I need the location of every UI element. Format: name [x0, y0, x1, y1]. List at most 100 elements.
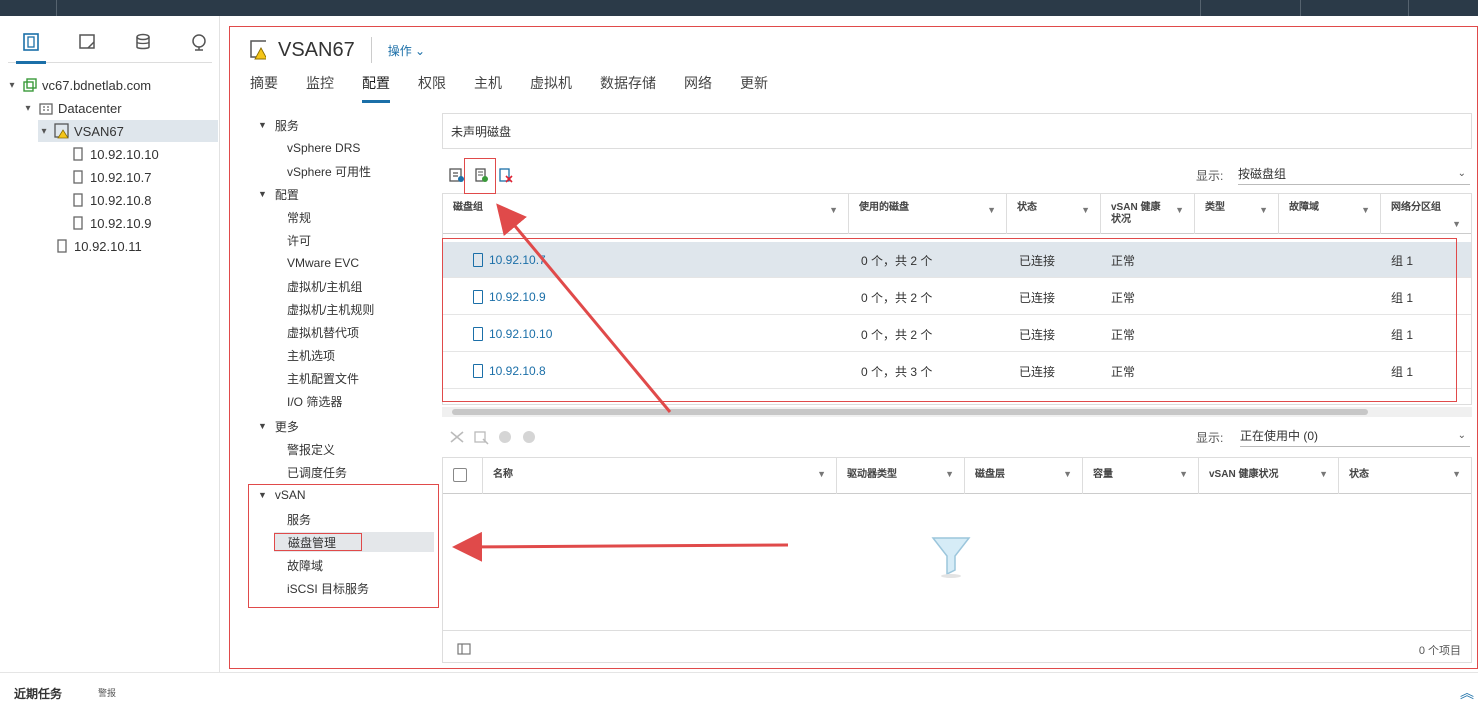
host-icon — [70, 146, 86, 162]
subnav-item-alarm-definitions[interactable]: 警报定义 — [287, 439, 335, 459]
actions-menu[interactable]: 操作 ⌄ — [388, 42, 425, 59]
filter-icon[interactable]: ▼ — [1452, 218, 1461, 230]
tree-item-host[interactable]: 10.92.10.10 — [70, 143, 218, 165]
column-type[interactable]: 类型 ▼ — [1195, 194, 1279, 234]
column-state[interactable]: 状态 ▼ — [1007, 194, 1101, 234]
tab-hosts[interactable]: 主机 — [474, 73, 502, 103]
filter-icon[interactable]: ▼ — [1452, 468, 1461, 480]
evacuate-disk-icon[interactable] — [470, 426, 492, 448]
tree-item-vcenter[interactable]: ▾ vc67.bdnetlab.com — [6, 74, 216, 96]
subnav-group-configuration[interactable]: ▼ 配置 — [258, 184, 299, 204]
column-fault-domain[interactable]: 故障域 ▼ — [1279, 194, 1381, 234]
chevron-down-icon[interactable]: ▾ — [38, 126, 50, 137]
expand-up-icon[interactable]: ︽ — [1460, 683, 1474, 703]
show-disks-select[interactable]: 正在使用中 (0) ⌄ — [1240, 425, 1470, 447]
subnav-item-vm-overrides[interactable]: 虚拟机替代项 — [287, 322, 359, 342]
column-label: 磁盘层 — [975, 469, 1005, 480]
column-status[interactable]: 状态 ▼ — [1339, 458, 1471, 494]
column-capacity[interactable]: 容量 ▼ — [1083, 458, 1199, 494]
column-label: 状态 — [1349, 469, 1369, 480]
subnav-group-more[interactable]: ▼ 更多 — [258, 416, 299, 436]
host-icon — [70, 192, 86, 208]
column-vsan-health[interactable]: vSAN 健康状况 ▼ — [1199, 458, 1339, 494]
chevron-down-icon[interactable]: ▾ — [6, 80, 18, 91]
column-label: vSAN 健康状况 — [1209, 469, 1279, 480]
subnav-item-host-options[interactable]: 主机选项 — [287, 345, 335, 365]
column-disks-in-use[interactable]: 使用的磁盘 ▼ — [849, 194, 1007, 234]
tree-item-host[interactable]: 10.92.10.11 — [54, 235, 218, 257]
subnav-item-vm-host-rules[interactable]: 虚拟机/主机规则 — [287, 299, 374, 319]
column-network-partition[interactable]: 网络分区组 ▼ — [1381, 194, 1471, 234]
subnav-item-vm-host-groups[interactable]: 虚拟机/主机组 — [287, 276, 362, 296]
tree-item-datacenter[interactable]: ▾ Datacenter — [22, 97, 218, 119]
remove-disk-group-icon[interactable] — [494, 164, 516, 186]
subnav-item-general[interactable]: 常规 — [287, 207, 311, 227]
filter-icon[interactable]: ▼ — [829, 204, 838, 216]
tab-updates[interactable]: 更新 — [740, 73, 768, 103]
chevron-down-icon: ⌄ — [1457, 168, 1466, 179]
cluster-warning-icon — [54, 123, 70, 139]
recent-tasks-tab[interactable]: 近期任务 — [14, 685, 62, 702]
filter-icon[interactable]: ▼ — [1081, 204, 1090, 216]
tab-networks[interactable]: 网络 — [684, 73, 712, 103]
column-drive-type[interactable]: 驱动器类型 ▼ — [837, 458, 965, 494]
column-label: vSAN 健康状况 — [1111, 202, 1161, 225]
filter-icon[interactable]: ▼ — [1063, 468, 1072, 480]
tree-item-label: 10.92.10.11 — [74, 238, 142, 254]
tab-configure[interactable]: 配置 — [362, 73, 390, 103]
subnav-item-host-profiles[interactable]: 主机配置文件 — [287, 368, 359, 388]
column-disk-group[interactable]: 磁盘组 ▼ — [443, 194, 849, 234]
select-all-checkbox[interactable] — [453, 468, 467, 482]
tree-item-host[interactable]: 10.92.10.8 — [70, 189, 218, 211]
filter-icon[interactable]: ▼ — [817, 468, 826, 480]
scrollbar-thumb[interactable] — [452, 409, 1368, 415]
hosts-clusters-icon[interactable] — [17, 28, 45, 56]
vms-templates-icon[interactable] — [73, 28, 101, 56]
tab-vms[interactable]: 虚拟机 — [530, 73, 572, 103]
column-toggle-icon[interactable] — [453, 638, 475, 660]
host-icon — [54, 238, 70, 254]
filter-icon[interactable]: ▼ — [1259, 204, 1268, 216]
subnav-item-io-filters[interactable]: I/O 筛选器 — [287, 391, 342, 411]
column-label: 容量 — [1093, 469, 1113, 480]
filter-icon[interactable]: ▼ — [1179, 468, 1188, 480]
host-icon — [70, 169, 86, 185]
chevron-down-icon[interactable]: ▾ — [22, 103, 34, 114]
filter-icon[interactable]: ▼ — [1175, 204, 1184, 216]
alarms-tab[interactable]: 警报 — [98, 686, 116, 699]
subnav-item-drs[interactable]: vSphere DRS — [287, 138, 360, 158]
column-vsan-health[interactable]: vSAN 健康状况 ▼ — [1101, 194, 1195, 234]
subnav-item-scheduled-tasks[interactable]: 已调度任务 — [287, 462, 347, 482]
subnav-item-licensing[interactable]: 许可 — [287, 230, 311, 250]
led-off-icon[interactable] — [518, 426, 540, 448]
subnav-group-services[interactable]: ▼ 服务 — [258, 115, 299, 135]
annotation-box — [442, 238, 1457, 402]
column-name[interactable]: 名称 ▼ — [483, 458, 837, 494]
storage-icon[interactable] — [129, 28, 157, 56]
column-disk-tier[interactable]: 磁盘层 ▼ — [965, 458, 1083, 494]
unclaimed-disks-banner: 未声明磁盘 — [442, 113, 1472, 149]
filter-icon[interactable]: ▼ — [1361, 204, 1370, 216]
subnav-item-ha[interactable]: vSphere 可用性 — [287, 161, 371, 181]
show-group-select[interactable]: 按磁盘组 ⌄ — [1238, 163, 1470, 185]
tab-permissions[interactable]: 权限 — [418, 73, 446, 103]
grid-header: 磁盘组 ▼ 使用的磁盘 ▼ 状态 ▼ vSAN 健康状况 ▼ 类型 ▼ 故障域 ▼ 网络分区… — [443, 194, 1471, 234]
tab-monitor[interactable]: 监控 — [306, 73, 334, 103]
horizontal-scrollbar[interactable] — [442, 407, 1472, 417]
tab-datastores[interactable]: 数据存储 — [600, 73, 656, 103]
tree-item-label: 10.92.10.8 — [90, 192, 152, 208]
tab-bar: 摘要 监控 配置 权限 主机 虚拟机 数据存储 网络 更新 — [250, 73, 796, 103]
subnav-item-evc[interactable]: VMware EVC — [287, 253, 359, 273]
filter-icon[interactable]: ▼ — [945, 468, 954, 480]
filter-icon[interactable]: ▼ — [1319, 468, 1328, 480]
top-bar-divider — [1200, 0, 1201, 16]
tree-item-cluster[interactable]: ▾ VSAN67 — [38, 120, 218, 142]
networking-icon[interactable] — [185, 28, 213, 56]
tree-item-host[interactable]: 10.92.10.7 — [70, 166, 218, 188]
column-label: 网络分区组 — [1391, 202, 1441, 213]
tree-item-host[interactable]: 10.92.10.9 — [70, 212, 218, 234]
led-on-icon[interactable] — [494, 426, 516, 448]
filter-icon[interactable]: ▼ — [987, 204, 996, 216]
remove-disk-icon[interactable] — [446, 426, 468, 448]
tab-summary[interactable]: 摘要 — [250, 73, 278, 103]
